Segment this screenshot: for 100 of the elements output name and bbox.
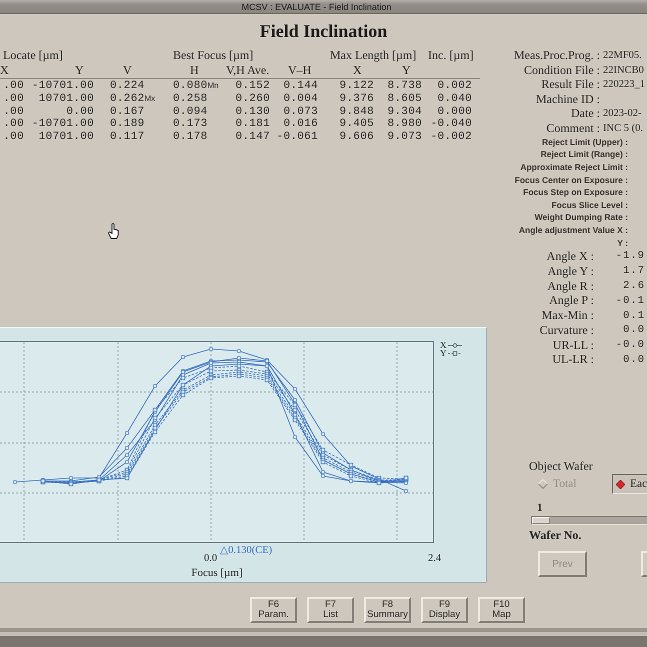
field-label: Condition File : (522, 62, 600, 78)
table-cell-text: 0.002 (436, 80, 473, 93)
table-cell-text: 0.167 (109, 106, 146, 118)
column-header: Y (401, 63, 412, 78)
table-cell-text: 8.738 (386, 80, 423, 93)
table-cell-text: 0.258 (172, 92, 209, 106)
cut-off-button[interactable] (641, 551, 647, 577)
cell-tag: Mx (144, 94, 156, 103)
field-label: Comment : (545, 120, 600, 136)
result-label: UR-LL : (552, 338, 594, 353)
field-value: 220223_1 (602, 79, 646, 90)
result-label: Angle P : (548, 293, 594, 308)
dashed-square-marker-icon (448, 350, 462, 356)
table-cell-text: 9.073 (386, 131, 423, 144)
table-cell-text: -0.002 (430, 131, 473, 144)
table-cell-text: 9.376 (338, 92, 375, 106)
table-cell-text: -10701.00 (30, 118, 95, 132)
result-value: 0.1 (622, 310, 646, 322)
result-label: Curvature : (538, 322, 594, 338)
table-cell-text: 9.304 (386, 106, 423, 118)
table-cell: 0.080 (173, 80, 208, 92)
x-axis-label: Focus [µm] (191, 567, 243, 579)
table-cell-text: -10701.00 (30, 80, 95, 93)
table-cell-text: 0.073 (282, 106, 319, 118)
chart-annotation: △0.130(CE) (220, 546, 272, 556)
field-value: INC 5 (0. (602, 122, 644, 134)
table-cell-text: .00 (2, 92, 25, 106)
table-cell-text: 0.00 (65, 106, 95, 118)
table-cell-text: 9.122 (338, 80, 375, 93)
column-header: Y (74, 63, 85, 78)
result-label: Angle Y : (546, 264, 594, 279)
function-key-button[interactable]: F10 Map (478, 597, 525, 623)
result-value: 2.6 (622, 280, 646, 292)
column-group-header: Best Focus [µm] (172, 48, 254, 63)
field-label: Date : (570, 106, 600, 122)
setting-label: Focus Slice Level : (550, 200, 628, 210)
setting-label: Reject Limit (Upper) : (541, 136, 628, 147)
table-cell: 0.262 (110, 92, 145, 105)
window-title: MCSV : EVALUATE - Field Inclination (242, 2, 392, 12)
table-cell-text: 0.173 (172, 118, 209, 132)
result-label: Max-Min : (540, 308, 594, 324)
column-header: X (352, 63, 363, 78)
slider-value: 1 (537, 503, 542, 513)
table-cell-text: .00 (2, 131, 25, 144)
field-value: 22MF05. (602, 50, 643, 61)
table-cell-text: 9.405 (338, 118, 375, 132)
table-cell-text: 0.224 (109, 80, 146, 93)
hand-cursor-icon (108, 223, 119, 239)
result-label: Angle R : (546, 278, 594, 294)
column-header: H (189, 63, 200, 78)
table-cell-text: 10701.00 (38, 92, 95, 106)
cell-tag: Mn (208, 81, 219, 90)
result-value: -1.9 (614, 250, 646, 262)
table-cell-text: .00 (2, 106, 25, 118)
table-cell-text: 0.016 (282, 118, 319, 132)
table-cell-text: .00 (2, 118, 25, 132)
field-label: Machine ID : (535, 92, 600, 107)
column-header: V,H Ave. (225, 63, 270, 78)
table-cell-text: 8.980 (386, 118, 423, 132)
function-key-button[interactable]: F7 List (307, 597, 354, 623)
table-cell-text: -0.040 (430, 118, 473, 132)
table-cell-text: 0.178 (172, 131, 209, 144)
legend-label: X (440, 341, 446, 349)
setting-label: Y : (616, 238, 628, 248)
radio-option[interactable]: Eac (612, 474, 647, 494)
table-cell-text: 0.181 (234, 118, 271, 132)
table-cell-text: 0.189 (109, 118, 146, 132)
table-cell-text: 9.606 (338, 131, 375, 144)
table-cell-text: 0.147 (234, 131, 271, 144)
x-tick-label: 2.4 (428, 554, 442, 564)
slider-track[interactable] (531, 516, 647, 525)
column-header: V (122, 63, 133, 78)
filled-diamond-icon (616, 480, 625, 488)
result-value: -0.1 (614, 294, 646, 307)
table-cell-text: 0.040 (436, 92, 473, 106)
result-label: Angle X : (546, 248, 594, 264)
table-cell-text: 0.094 (172, 106, 209, 118)
result-value: 0.0 (622, 354, 646, 366)
section-label: Object Wafer (529, 459, 594, 473)
field-value: 2023-02- (602, 108, 642, 120)
function-key-button[interactable]: F9 Display (421, 597, 468, 623)
function-key-button[interactable]: F6 Param. (250, 597, 297, 623)
table-cell-text: -0.061 (276, 131, 319, 144)
screen-heading: Field Inclination (260, 20, 388, 42)
table-cell-text: 9.848 (338, 106, 375, 118)
setting-label: Focus Step on Exposure : (522, 187, 628, 198)
table-cell-text: .00 (2, 80, 25, 93)
function-key-button[interactable]: F8 Summary (364, 597, 411, 623)
table-cell-text: 8.605 (386, 92, 423, 106)
setting-label: Weight Dumping Rate : (534, 212, 628, 222)
slider-thumb[interactable] (532, 517, 550, 524)
table-cell-text: 10701.00 (38, 131, 95, 144)
line-circle-marker-icon (448, 342, 462, 348)
result-label: UL-LR : (551, 352, 594, 368)
result-value: 1.7 (622, 265, 646, 278)
table-cell-text: 0.130 (234, 106, 271, 118)
field-value: 22INCB0 (602, 64, 645, 76)
setting-label: Reject Limit (Range) : (540, 149, 628, 160)
x-tick-label: 0.0 (204, 554, 218, 564)
result-value: 0.0 (622, 324, 646, 336)
